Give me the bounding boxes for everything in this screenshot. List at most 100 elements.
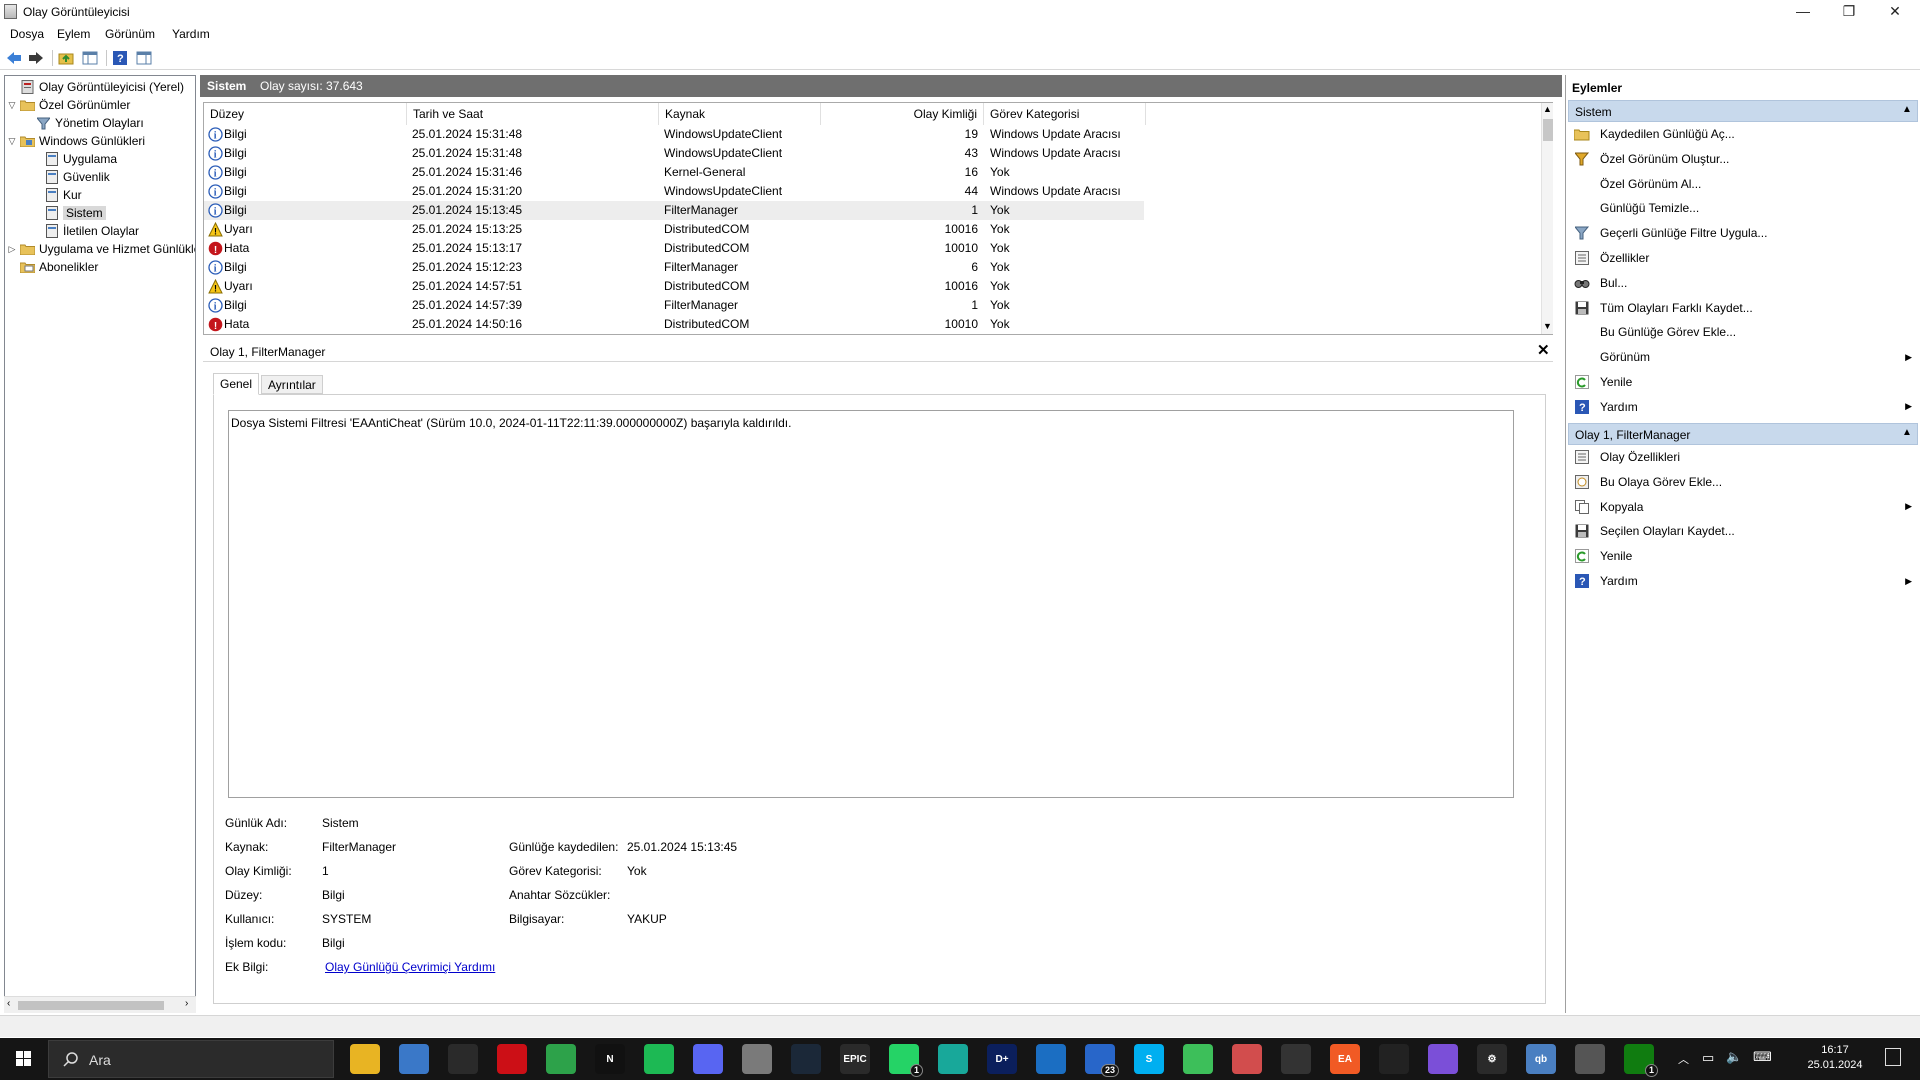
- chevron-down-icon[interactable]: ▽: [7, 136, 17, 147]
- action-item[interactable]: Tüm Olayları Farklı Kaydet...: [1568, 297, 1918, 319]
- more-info-link[interactable]: Olay Günlüğü Çevrimiçi Yardımı: [325, 960, 495, 974]
- action-item[interactable]: ? Yardım ▶: [1568, 570, 1918, 592]
- whatsapp-icon[interactable]: 1: [889, 1044, 923, 1077]
- show-hide-tree-icon[interactable]: [80, 48, 100, 68]
- table-row[interactable]: i Bilgi 25.01.2024 15:13:45 FilterManager 1 Y…: [204, 201, 1144, 220]
- tree-item-forwarded-events[interactable]: İletilen Olaylar: [44, 222, 139, 240]
- action-item[interactable]: Yenile: [1568, 545, 1918, 567]
- app-lime-icon[interactable]: [1183, 1044, 1213, 1074]
- menu-gorunum[interactable]: Görünüm: [105, 27, 155, 41]
- chevron-right-icon[interactable]: ▷: [7, 244, 17, 255]
- tree-item-windows-logs[interactable]: ▽ Windows Günlükleri: [7, 132, 146, 150]
- steam-icon[interactable]: [791, 1044, 821, 1074]
- action-item[interactable]: Bul...: [1568, 272, 1918, 294]
- column-header-event-id[interactable]: Olay Kimliği: [821, 103, 984, 125]
- spotify-icon[interactable]: [644, 1044, 674, 1074]
- action-item[interactable]: Özel Görünüm Al...: [1568, 173, 1918, 195]
- game-icon[interactable]: [1232, 1044, 1262, 1074]
- help-icon[interactable]: ?: [110, 48, 130, 68]
- action-item[interactable]: Özellikler: [1568, 247, 1918, 269]
- table-row[interactable]: i Bilgi 25.01.2024 15:31:48 WindowsUpdateCl…: [204, 144, 1144, 163]
- epic-icon[interactable]: EPIC: [840, 1044, 870, 1074]
- column-header-source[interactable]: Kaynak: [659, 103, 821, 125]
- back-icon[interactable]: [4, 48, 24, 68]
- tree-item-application[interactable]: Uygulama: [44, 150, 117, 168]
- action-item[interactable]: Görünüm ▶: [1568, 346, 1918, 368]
- window-app-icon[interactable]: [399, 1044, 429, 1074]
- keyboard-icon[interactable]: ⌨: [1753, 1049, 1772, 1065]
- table-row[interactable]: i Bilgi 25.01.2024 15:31:46 Kernel-General 1…: [204, 163, 1144, 182]
- scroll-right-icon[interactable]: ›: [185, 998, 188, 1009]
- unity-icon[interactable]: [1281, 1044, 1311, 1074]
- action-item[interactable]: Geçerli Günlüğe Filtre Uygula...: [1568, 222, 1918, 244]
- tree-item-app-service-logs[interactable]: ▷ Uygulama ve Hizmet Günlükleri: [7, 240, 195, 258]
- action-item[interactable]: Bu Olaya Görev Ekle...: [1568, 471, 1918, 493]
- disney-icon[interactable]: D+: [987, 1044, 1017, 1074]
- tree-item-event-viewer-local[interactable]: Olay Görüntüleyicisi (Yerel): [7, 78, 184, 96]
- skype-icon[interactable]: S: [1134, 1044, 1164, 1074]
- tree-item-custom-views[interactable]: ▽ Özel Görünümler: [7, 96, 131, 114]
- league-icon[interactable]: [448, 1044, 478, 1074]
- clock[interactable]: 16:17 25.01.2024: [1795, 1043, 1875, 1073]
- settings-icon[interactable]: ⚙: [1477, 1044, 1507, 1074]
- table-row[interactable]: ! Uyarı 25.01.2024 14:57:51 DistributedCOM 1…: [204, 277, 1144, 296]
- column-header-task-category[interactable]: Görev Kategorisi: [984, 103, 1146, 125]
- minimize-button[interactable]: —: [1780, 0, 1826, 24]
- tree-item-subscriptions[interactable]: Abonelikler: [20, 258, 98, 276]
- event-description[interactable]: Dosya Sistemi Filtresi 'EAAntiCheat' (Sü…: [228, 410, 1514, 798]
- tree-item-system[interactable]: Sistem: [44, 204, 106, 222]
- action-item[interactable]: Yenile: [1568, 371, 1918, 393]
- app-green-icon[interactable]: [938, 1044, 968, 1074]
- menu-dosya[interactable]: Dosya: [10, 27, 44, 41]
- scroll-up-icon[interactable]: ▲: [1543, 104, 1552, 114]
- menu-eylem[interactable]: Eylem: [57, 27, 90, 41]
- start-button[interactable]: [0, 1038, 48, 1080]
- notification-icon[interactable]: [1885, 1048, 1901, 1066]
- ubisoft-icon[interactable]: [1379, 1044, 1409, 1074]
- volume-icon[interactable]: 🔈: [1726, 1049, 1742, 1065]
- collapse-icon[interactable]: ▲: [1902, 427, 1912, 438]
- close-detail-icon[interactable]: ✕: [1537, 341, 1550, 359]
- ea-icon[interactable]: EA: [1330, 1044, 1360, 1074]
- file-explorer-icon[interactable]: [350, 1044, 380, 1074]
- close-button[interactable]: ✕: [1872, 0, 1918, 24]
- action-item[interactable]: Bu Günlüğe Görev Ekle...: [1568, 321, 1918, 343]
- action-item[interactable]: Olay Özellikleri: [1568, 446, 1918, 468]
- tab-details[interactable]: Ayrıntılar: [261, 375, 323, 394]
- table-row[interactable]: ! Uyarı 25.01.2024 15:13:25 DistributedCOM 1…: [204, 220, 1144, 239]
- action-item[interactable]: Kopyala ▶: [1568, 496, 1918, 518]
- table-row[interactable]: i Bilgi 25.01.2024 15:31:20 WindowsUpdateCl…: [204, 182, 1144, 201]
- actions-section-system[interactable]: Sistem ▲: [1568, 100, 1918, 122]
- action-item[interactable]: Seçilen Olayları Kaydet...: [1568, 520, 1918, 542]
- collapse-icon[interactable]: ▲: [1902, 104, 1912, 115]
- netflix-icon[interactable]: N: [595, 1044, 625, 1074]
- chevron-up-icon[interactable]: ︿: [1678, 1051, 1689, 1067]
- table-row[interactable]: i Bilgi 25.01.2024 15:12:23 FilterManager 6 Y…: [204, 258, 1144, 277]
- action-item[interactable]: ? Yardım ▶: [1568, 396, 1918, 418]
- opera-icon[interactable]: [497, 1044, 527, 1074]
- qbittorrent-icon[interactable]: qb: [1526, 1044, 1556, 1074]
- forward-icon[interactable]: [26, 48, 46, 68]
- tree-item-security[interactable]: Güvenlik: [44, 168, 110, 186]
- table-row[interactable]: ! Hata 25.01.2024 15:13:17 DistributedCOM 10…: [204, 239, 1144, 258]
- scrollbar-thumb[interactable]: [18, 1001, 164, 1010]
- action-item[interactable]: Günlüğü Temizle...: [1568, 197, 1918, 219]
- store-icon[interactable]: [742, 1044, 772, 1074]
- tree-horizontal-scrollbar[interactable]: ‹ ›: [4, 996, 196, 1013]
- show-hide-action-pane-icon[interactable]: [134, 48, 154, 68]
- tab-general[interactable]: Genel: [213, 373, 260, 395]
- chrome-icon[interactable]: [546, 1044, 576, 1074]
- table-row[interactable]: i Bilgi 25.01.2024 15:31:48 WindowsUpdateCl…: [204, 125, 1144, 144]
- tree-item-setup[interactable]: Kur: [44, 186, 82, 204]
- discord-icon[interactable]: [693, 1044, 723, 1074]
- menu-yardim[interactable]: Yardım: [172, 27, 210, 41]
- action-item[interactable]: Özel Görünüm Oluştur...: [1568, 148, 1918, 170]
- network-icon[interactable]: ▭: [1702, 1050, 1714, 1066]
- taskbar-search[interactable]: Ara: [48, 1040, 334, 1078]
- table-row[interactable]: ! Hata 25.01.2024 14:50:16 DistributedCOM 10…: [204, 315, 1144, 334]
- scrollbar-thumb[interactable]: [1543, 119, 1553, 141]
- actions-section-event[interactable]: Olay 1, FilterManager ▲: [1568, 423, 1918, 445]
- event-viewer-taskbar-icon[interactable]: [1575, 1044, 1605, 1074]
- calendar-icon[interactable]: 23: [1085, 1044, 1119, 1077]
- column-header-level[interactable]: Düzey: [204, 103, 407, 125]
